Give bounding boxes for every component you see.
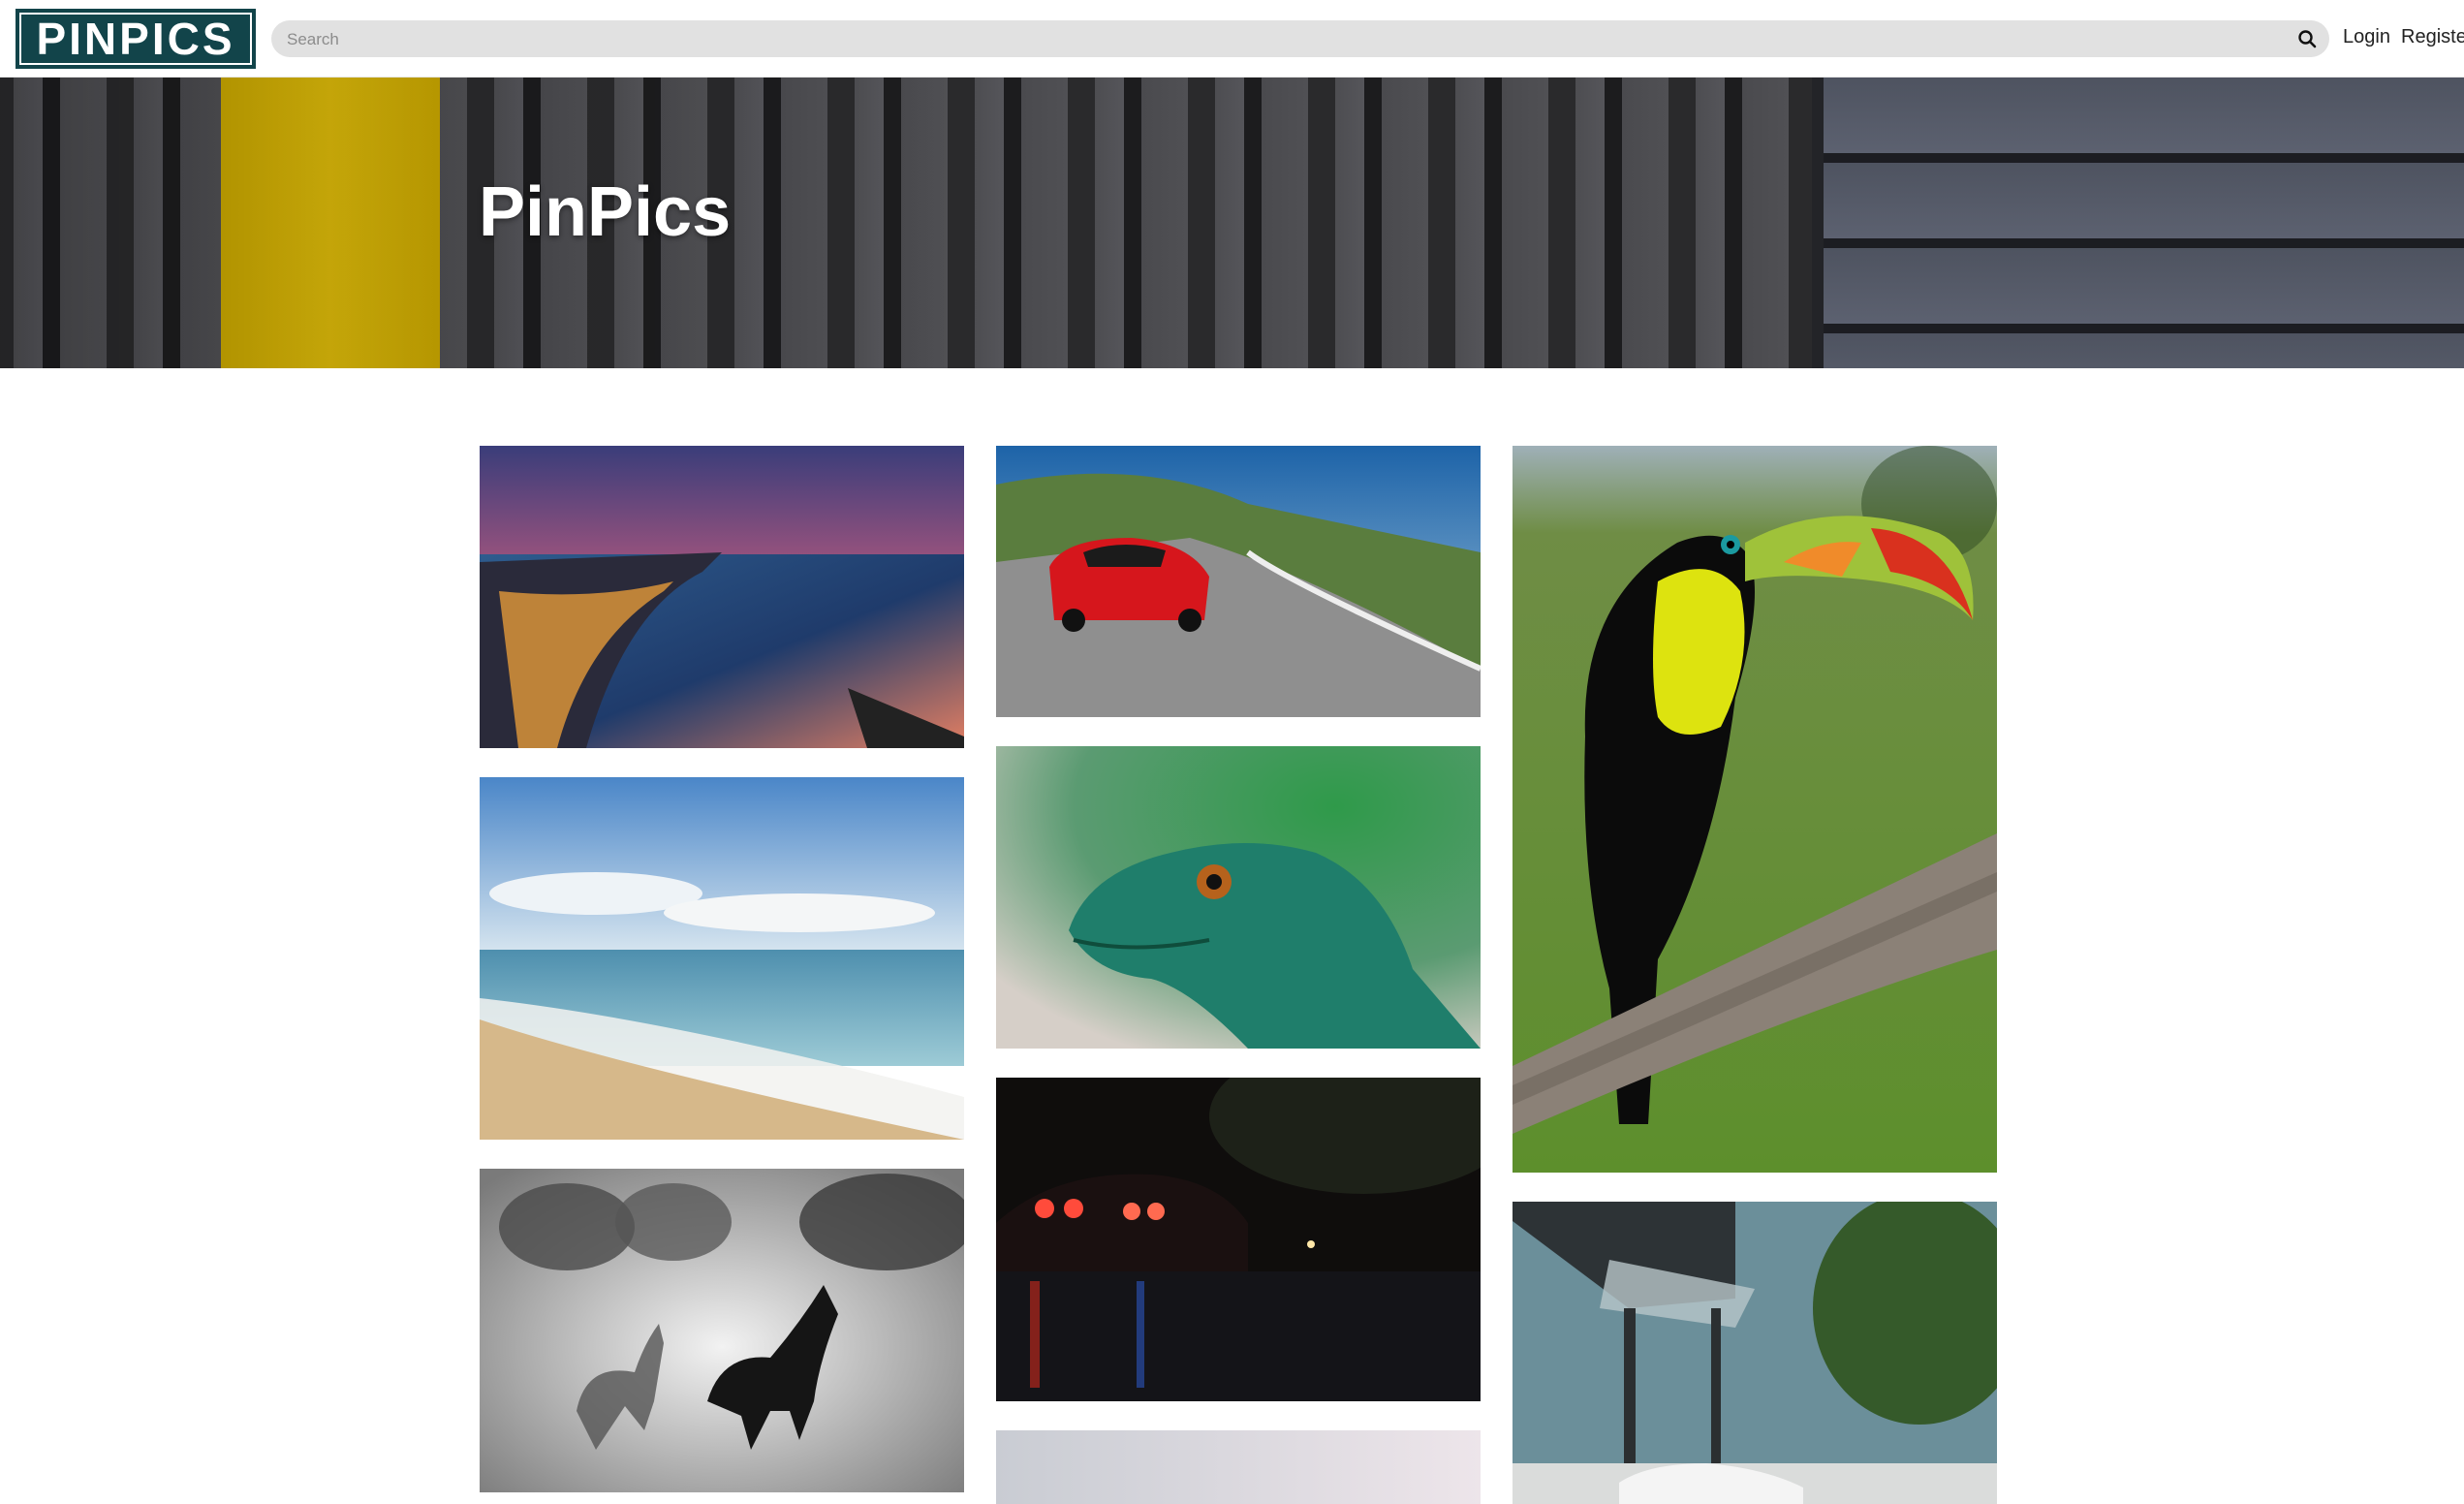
toucan-image <box>1513 446 1997 1173</box>
hero-banner: PinPics <box>0 78 2464 368</box>
gallery-image-car-under-canopy[interactable] <box>1513 1202 1997 1504</box>
search-bar <box>271 20 2329 59</box>
login-link[interactable]: Login <box>2343 26 2390 48</box>
green-lizard-image <box>996 746 1481 1049</box>
car-at-night-image <box>996 1078 1481 1401</box>
site-logo[interactable]: PINPICS <box>16 9 256 69</box>
sky-image <box>996 1430 1481 1504</box>
gallery-image-beach-waves[interactable] <box>480 777 964 1140</box>
search-input[interactable] <box>285 20 2285 59</box>
gallery-image-horses-in-dust[interactable] <box>480 1169 964 1492</box>
gallery-image-green-lizard[interactable] <box>996 746 1481 1049</box>
city-bay-sunset-image <box>480 446 964 748</box>
hero-shade <box>0 78 2464 368</box>
red-sports-car-image <box>996 446 1481 717</box>
search-button[interactable] <box>2292 24 2322 53</box>
horses-in-dust-image <box>480 1169 964 1492</box>
search-icon <box>2298 30 2317 48</box>
gallery-image-car-at-night[interactable] <box>996 1078 1481 1401</box>
car-under-canopy-image <box>1513 1202 1997 1504</box>
beach-waves-image <box>480 777 964 1140</box>
top-header: PINPICS Login Register <box>0 0 2464 78</box>
gallery-image-toucan[interactable] <box>1513 446 1997 1173</box>
register-link[interactable]: Register <box>2401 26 2464 48</box>
gallery-image-city-bay-sunset[interactable] <box>480 446 964 748</box>
gallery-image-sky[interactable] <box>996 1430 1481 1504</box>
logo-text: PINPICS <box>36 14 235 64</box>
gallery-image-red-sports-car[interactable] <box>996 446 1481 717</box>
hero-title: PinPics <box>479 173 732 251</box>
